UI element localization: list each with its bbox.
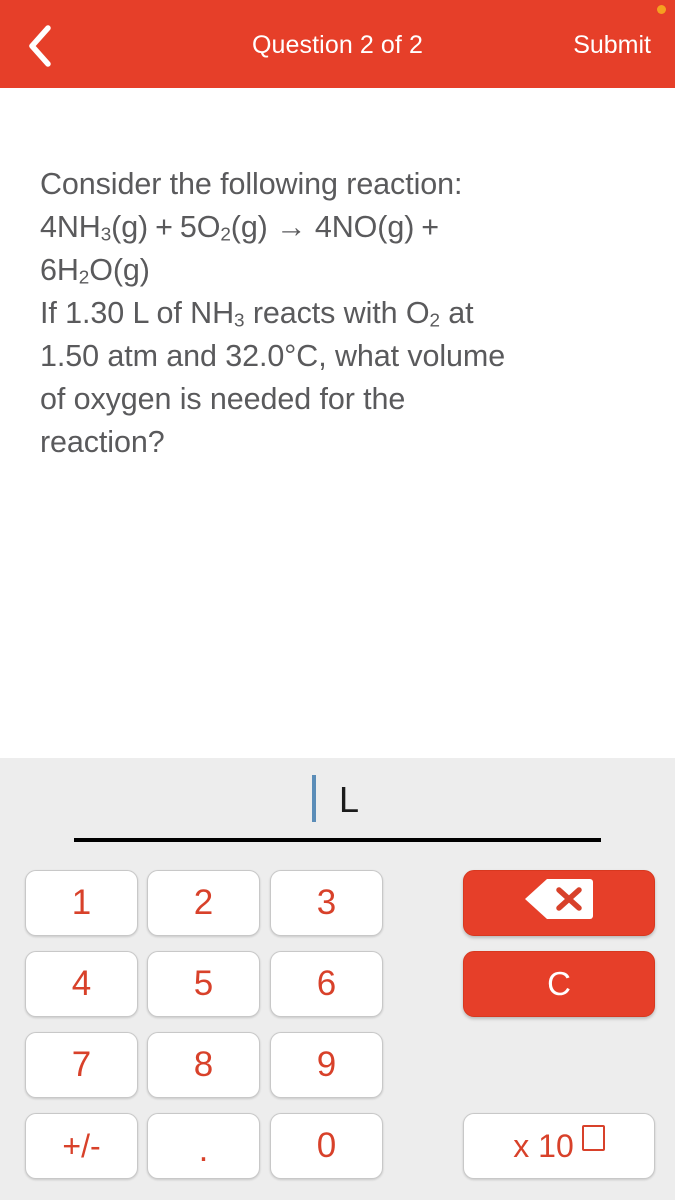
exponent-placeholder-box-icon — [581, 1124, 605, 1151]
key-5-label: 5 — [193, 964, 214, 1003]
key-9-label: 9 — [316, 1045, 337, 1084]
key-7-label: 7 — [71, 1045, 92, 1084]
reaction-equation-line-1: 4NH3(g) +5O2(g) → 4NO(g) + — [40, 210, 439, 246]
key-4[interactable]: 4 — [25, 951, 138, 1017]
key-1-label: 1 — [71, 883, 92, 922]
key-4-label: 4 — [71, 964, 92, 1003]
question-body-line-2: 1.50 atm and 32.0°C, what volume — [40, 339, 506, 373]
keypad-panel: L 1 2 3 4 5 6 7 8 9 +/- . 0 C x 10 — [0, 758, 675, 1200]
backspace-button[interactable] — [463, 870, 655, 936]
answer-unit-label: L — [339, 779, 360, 820]
key-8-label: 8 — [193, 1045, 214, 1084]
key-plus-minus-label: +/- — [62, 1127, 101, 1164]
key-decimal-label: . — [198, 1130, 209, 1169]
key-3[interactable]: 3 — [270, 870, 383, 936]
key-plus-minus[interactable]: +/- — [25, 1113, 138, 1179]
app-header: Question 2 of 2 Submit — [0, 0, 675, 88]
submit-button[interactable]: Submit — [573, 31, 651, 60]
key-0-label: 0 — [316, 1126, 337, 1165]
clear-button[interactable]: C — [463, 951, 655, 1017]
key-2-label: 2 — [193, 883, 214, 922]
answer-input-row[interactable]: L — [0, 758, 675, 843]
key-6[interactable]: 6 — [270, 951, 383, 1017]
key-decimal[interactable]: . — [147, 1113, 260, 1179]
backspace-delete-icon — [524, 877, 594, 929]
key-6-label: 6 — [316, 964, 337, 1003]
key-1[interactable]: 1 — [25, 870, 138, 936]
question-body-line-1: If 1.30 L of NH3 reacts with O2 at — [40, 296, 474, 332]
key-3-label: 3 — [316, 883, 337, 922]
key-2[interactable]: 2 — [147, 870, 260, 936]
text-cursor — [312, 775, 316, 822]
question-intro-line: Consider the following reaction: — [40, 167, 463, 201]
exponent-button-content: x 10 — [513, 1124, 605, 1168]
key-0[interactable]: 0 — [270, 1113, 383, 1179]
question-panel: Consider the following reaction: 4NH3(g)… — [0, 88, 675, 758]
clear-button-label: C — [547, 965, 571, 1002]
exponent-button-label: x 10 — [513, 1127, 574, 1164]
question-body-line-3: of oxygen is needed for the — [40, 382, 406, 416]
key-8[interactable]: 8 — [147, 1032, 260, 1098]
reaction-equation-line-2: 6H2O(g) — [40, 253, 150, 289]
answer-underline — [74, 838, 601, 842]
status-dot-icon — [657, 5, 666, 14]
key-5[interactable]: 5 — [147, 951, 260, 1017]
key-9[interactable]: 9 — [270, 1032, 383, 1098]
keypad-grid: 1 2 3 4 5 6 7 8 9 +/- . 0 C x 10 — [0, 870, 675, 1200]
question-text: Consider the following reaction: 4NH3(g)… — [40, 163, 645, 464]
question-body-line-4: reaction? — [40, 425, 165, 459]
key-7[interactable]: 7 — [25, 1032, 138, 1098]
exponent-button[interactable]: x 10 — [463, 1113, 655, 1179]
